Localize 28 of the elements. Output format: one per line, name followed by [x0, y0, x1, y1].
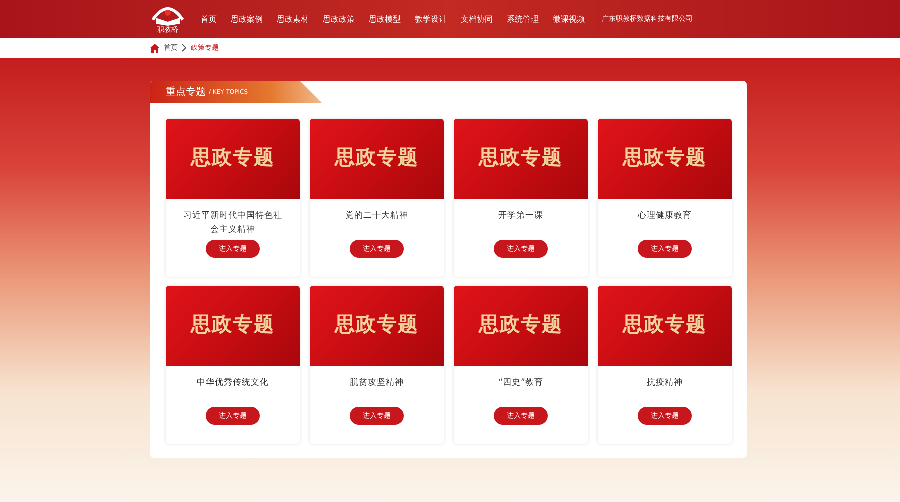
banner-title: 思政专题 [335, 144, 419, 171]
nav-link[interactable]: 文档协同 [454, 14, 500, 24]
topic-title: 开学第一课 [498, 210, 544, 223]
topic-title: 心理健康教育 [638, 210, 692, 223]
banner-title: 思政专题 [191, 311, 275, 338]
home-icon [150, 44, 160, 52]
nav-link[interactable]: 系统管理 [500, 14, 546, 24]
nav-link[interactable]: 微课视频 [546, 14, 592, 24]
section-title: 重点专题 [166, 86, 206, 99]
banner-title: 思政专题 [479, 144, 563, 171]
banner-title: 思政专题 [191, 144, 275, 171]
banner-title: 思政专题 [335, 311, 419, 338]
nav-link[interactable]: 思政模型 [362, 14, 408, 24]
topic-title: 脱贫攻坚精神 [350, 377, 404, 390]
nav-link[interactable]: 思政素材 [270, 14, 316, 24]
nav-link[interactable]: 首页 [194, 14, 224, 24]
nav-link[interactable]: 思政政策 [316, 14, 362, 24]
topic-title: 习近平新时代中国特色社会主义精神 [182, 210, 284, 237]
topic-title: 抗疫精神 [647, 377, 683, 390]
banner-title: 思政专题 [623, 144, 707, 171]
nav-link[interactable]: 思政案例 [224, 14, 270, 24]
banner-title: 思政专题 [479, 311, 563, 338]
nav-link[interactable]: 教学设计 [408, 14, 454, 24]
topic-title: 党的二十大精神 [346, 210, 408, 223]
chevron-icon [182, 44, 187, 52]
topic-title: “四史”教育 [498, 376, 544, 390]
banner-title: 思政专题 [623, 311, 707, 338]
topic-title: 中华优秀传统文化 [197, 377, 269, 390]
